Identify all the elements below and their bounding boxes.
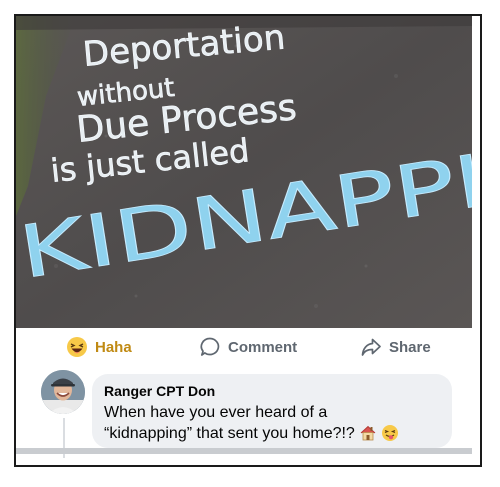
haha-label: Haha — [95, 338, 132, 356]
post-image[interactable]: Deportation without Due Process is just … — [16, 16, 472, 328]
tongue-out-emoji-icon — [381, 424, 399, 448]
comment-text-line-1: When have you ever heard of a — [104, 404, 328, 421]
share-button[interactable]: Share — [360, 328, 431, 366]
comment-text: When have you ever heard of a “kidnappin… — [104, 402, 440, 448]
comment-bubble: Ranger CPT Don When have you ever heard … — [92, 374, 452, 448]
sidewalk-chalk-photo: Deportation without Due Process is just … — [16, 16, 472, 328]
house-emoji-icon — [359, 424, 377, 448]
comment-label: Comment — [228, 338, 298, 356]
avatar[interactable] — [41, 370, 85, 414]
laughing-emoji-icon — [66, 336, 88, 358]
comment-section: Ranger CPT Don When have you ever heard … — [16, 366, 472, 458]
bottom-divider — [16, 448, 472, 454]
comment-text-line-2: “kidnapping” that sent you home?!? — [104, 425, 355, 442]
share-arrow-icon — [360, 336, 382, 358]
haha-reaction-button[interactable]: Haha — [66, 328, 132, 366]
post-action-bar: Haha Comment Share — [16, 328, 472, 366]
comment-author[interactable]: Ranger CPT Don — [104, 382, 440, 400]
comment-button[interactable]: Comment — [199, 328, 297, 366]
speech-bubble-icon — [199, 336, 221, 358]
share-label: Share — [389, 338, 431, 356]
